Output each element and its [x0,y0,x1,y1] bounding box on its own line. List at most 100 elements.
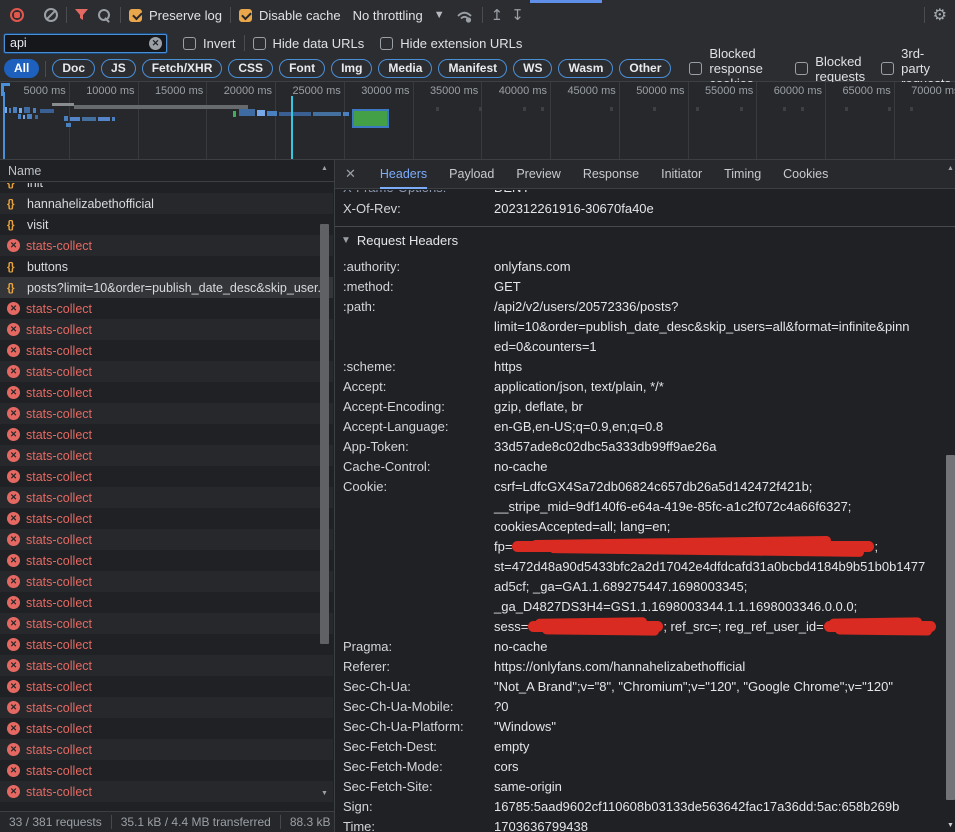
filter-pill-doc[interactable]: Doc [52,59,95,78]
timeline-gridline [206,82,207,159]
table-row[interactable]: {}posts?limit=10&order=publish_date_desc… [0,277,333,298]
request-headers-section[interactable]: ▼ Request Headers [335,227,955,253]
table-row[interactable]: ✕stats-collect [0,340,333,361]
scroll-up-icon[interactable]: ▲ [945,165,955,172]
table-row[interactable]: ✕stats-collect [0,424,333,445]
search-icon[interactable] [97,8,112,23]
scrollbar-thumb[interactable] [946,455,955,800]
header-name: :authority: [335,257,494,277]
table-row[interactable]: ✕stats-collect [0,634,333,655]
timeline-tick-label: 50000 ms [636,85,684,97]
table-row[interactable]: {}init [0,183,333,193]
checkbox-unchecked[interactable] [253,37,266,50]
checkbox-unchecked[interactable] [380,37,393,50]
table-row[interactable]: ✕stats-collect [0,508,333,529]
checkbox-unchecked[interactable] [183,37,196,50]
filter-pill-js[interactable]: JS [101,59,136,78]
header-value: 16785:5aad9602cf110608b03133de563642fac1… [494,797,955,817]
checkbox-unchecked[interactable] [795,62,808,75]
hide-data-urls-checkbox[interactable]: Hide data URLs [253,36,365,51]
scroll-down-icon[interactable]: ▼ [945,822,955,829]
waterfall-bar [267,111,277,116]
filter-pill-fetch-xhr[interactable]: Fetch/XHR [142,59,223,78]
record-network-log-icon[interactable] [10,8,24,22]
disclosure-triangle-icon[interactable]: ▼ [341,235,351,246]
filter-pill-wasm[interactable]: Wasm [558,59,613,78]
tab-timing[interactable]: Timing [724,160,761,189]
table-row[interactable]: ✕stats-collect [0,319,333,340]
name-column-header[interactable]: Name [0,160,334,182]
header-name: Cookie: [335,477,494,637]
table-row[interactable]: ✕stats-collect [0,361,333,382]
table-row[interactable]: ✕stats-collect [0,655,333,676]
tab-cookies[interactable]: Cookies [783,160,828,189]
close-icon[interactable]: ✕ [345,166,356,182]
checkbox-checked[interactable] [239,9,252,22]
requests-scrollbar[interactable]: ▲ ▼ [319,160,330,811]
table-row[interactable]: ✕stats-collect [0,466,333,487]
filter-pill-css[interactable]: CSS [228,59,273,78]
filter-pill-ws[interactable]: WS [513,59,552,78]
table-row[interactable]: ✕stats-collect [0,445,333,466]
tab-payload[interactable]: Payload [449,160,494,189]
request-name: visit [27,218,49,232]
table-row[interactable]: ✕stats-collect [0,697,333,718]
tab-headers[interactable]: Headers [380,160,427,189]
table-row[interactable]: ✕stats-collect [0,487,333,508]
filter-pill-img[interactable]: Img [331,59,372,78]
table-row[interactable]: {}hannahelizabethofficial [0,193,333,214]
preserve-log-checkbox[interactable]: Preserve log [129,8,222,23]
network-overview-timeline[interactable]: 5000 ms10000 ms15000 ms20000 ms25000 ms3… [0,82,955,160]
request-name: stats-collect [26,344,92,358]
clear-filter-icon[interactable]: ✕ [149,37,162,50]
table-row[interactable]: ✕stats-collect [0,382,333,403]
scroll-up-icon[interactable]: ▲ [319,165,330,172]
filter-pill-font[interactable]: Font [279,59,325,78]
invert-checkbox[interactable]: Invert [183,36,236,51]
filter-pill-manifest[interactable]: Manifest [438,59,507,78]
filter-pill-media[interactable]: Media [378,59,432,78]
clear-network-log-icon[interactable] [44,8,58,22]
waterfall-bar [35,115,38,119]
details-scrollbar[interactable]: ▲ ▼ [945,160,955,832]
table-row[interactable]: ✕stats-collect [0,676,333,697]
filter-pill-all[interactable]: All [4,59,39,78]
hide-data-urls-label: Hide data URLs [273,36,365,51]
table-row[interactable]: ✕stats-collect [0,298,333,319]
table-row[interactable]: {}buttons [0,256,333,277]
table-row[interactable]: ✕stats-collect [0,760,333,781]
tab-preview[interactable]: Preview [516,160,560,189]
checkbox-unchecked[interactable] [881,62,894,75]
settings-gear-icon[interactable]: ⚙ [933,5,947,25]
filter-pill-other[interactable]: Other [619,59,671,78]
filter-icon[interactable] [75,9,89,21]
hide-extension-urls-checkbox[interactable]: Hide extension URLs [380,36,522,51]
table-row[interactable]: ✕stats-collect [0,235,333,256]
divider [66,7,67,23]
timeline-tick-label: 15000 ms [155,85,203,97]
network-conditions-icon[interactable] [455,8,474,23]
scroll-down-icon[interactable]: ▼ [319,790,330,797]
blocked-requests-checkbox[interactable]: Blocked requests [795,54,865,84]
filter-input[interactable] [4,34,167,53]
tab-response[interactable]: Response [583,160,639,189]
checkbox-checked[interactable] [129,9,142,22]
table-row[interactable]: {}visit [0,214,333,235]
table-row[interactable]: ✕stats-collect [0,592,333,613]
scrollbar-thumb[interactable] [320,224,329,644]
table-row[interactable]: ✕stats-collect [0,529,333,550]
import-har-icon[interactable]: ↥ [491,8,504,23]
tab-initiator[interactable]: Initiator [661,160,702,189]
table-row[interactable]: ✕stats-collect [0,613,333,634]
table-row[interactable]: ✕stats-collect [0,739,333,760]
throttling-select[interactable]: No throttling ▼ [353,8,445,23]
timeline-faint-tick [845,107,848,111]
export-har-icon[interactable]: ↧ [511,8,524,23]
table-row[interactable]: ✕stats-collect [0,718,333,739]
table-row[interactable]: ✕stats-collect [0,571,333,592]
checkbox-unchecked[interactable] [689,62,702,75]
table-row[interactable]: ✕stats-collect [0,403,333,424]
table-row[interactable]: ✕stats-collect [0,781,333,802]
disable-cache-checkbox[interactable]: Disable cache [239,8,341,23]
table-row[interactable]: ✕stats-collect [0,550,333,571]
